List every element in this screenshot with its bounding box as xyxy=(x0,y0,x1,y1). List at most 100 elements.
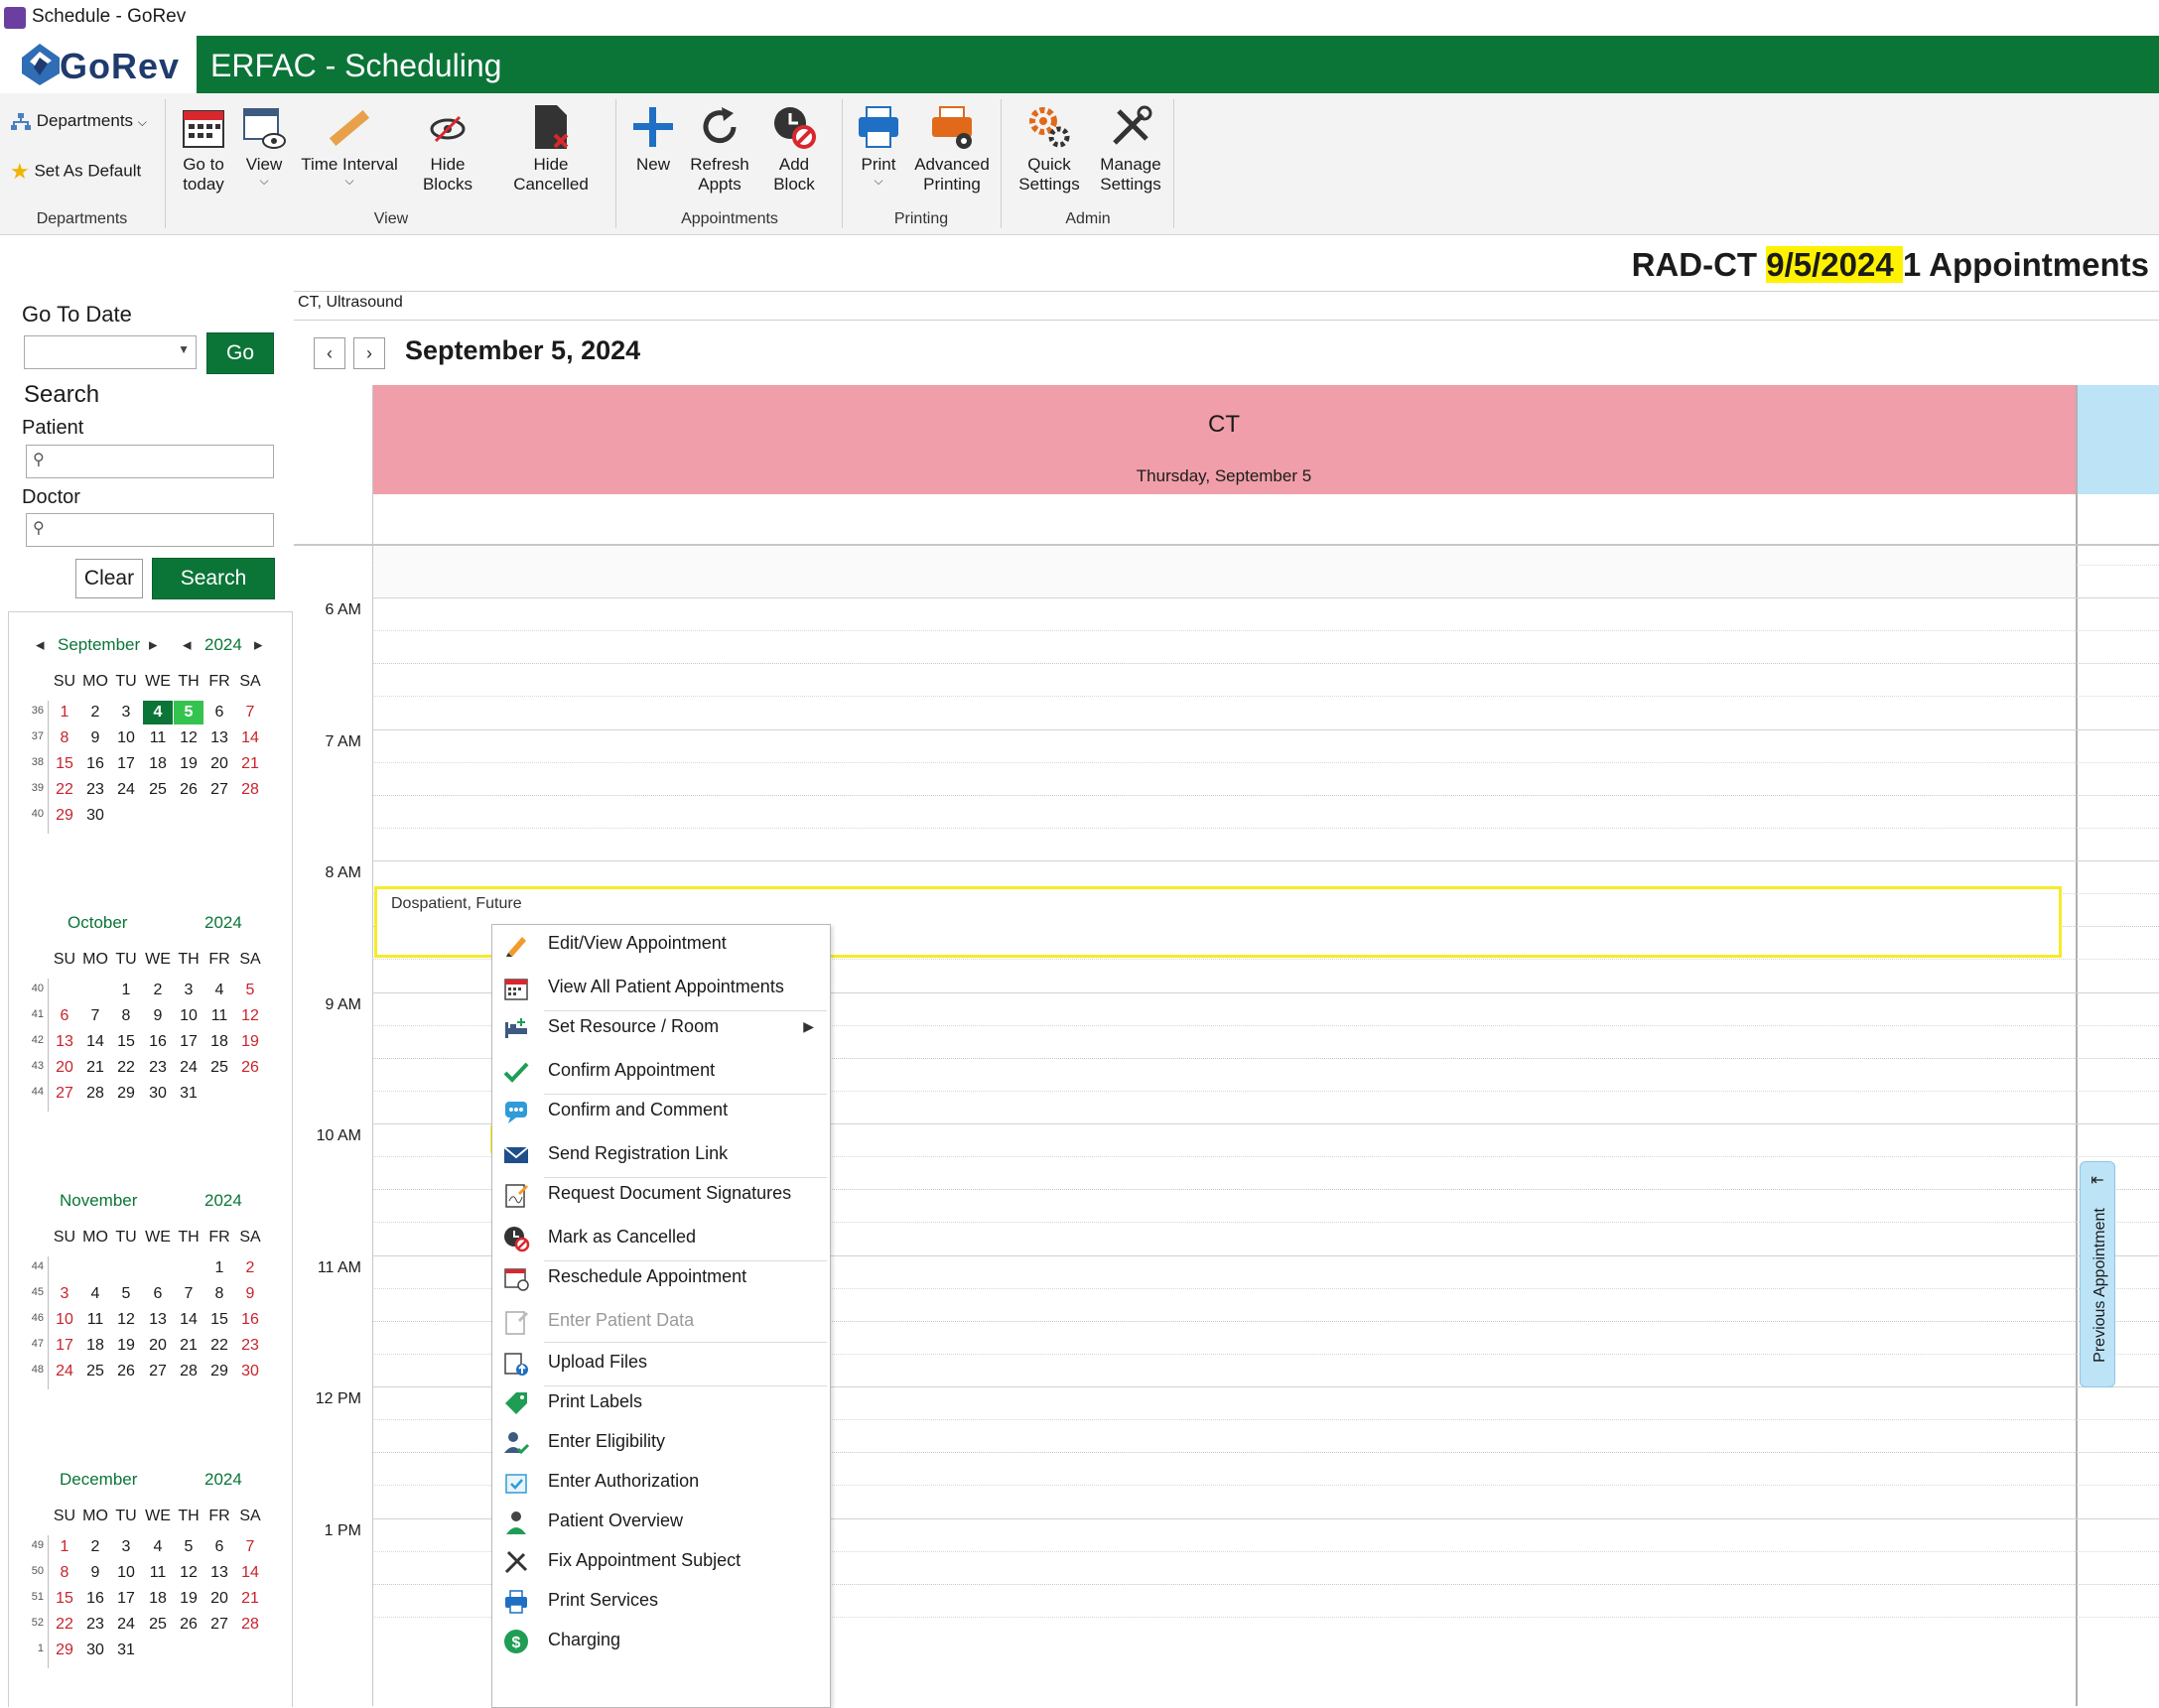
calendar-day[interactable]: 14 xyxy=(235,726,265,750)
calendar-day[interactable]: 13 xyxy=(204,1561,234,1585)
calendar-next-year-icon[interactable]: ▸ xyxy=(254,635,263,655)
calendar-year[interactable]: 2024 xyxy=(204,1191,242,1211)
calendar-day[interactable]: 24 xyxy=(50,1360,79,1383)
calendar-day[interactable]: 20 xyxy=(143,1334,173,1358)
go-to-today-button[interactable]: Go to today xyxy=(173,103,234,195)
calendar-month[interactable]: December xyxy=(60,1470,137,1490)
calendar-day[interactable]: 21 xyxy=(235,1587,265,1611)
previous-day-button[interactable]: ‹ xyxy=(314,337,345,369)
menu-item-enter-authorization[interactable]: Enter Authorization xyxy=(492,1465,830,1501)
calendar-day[interactable]: 4 xyxy=(80,1282,110,1306)
search-button[interactable]: Search xyxy=(152,558,275,599)
calendar-day[interactable]: 13 xyxy=(204,726,234,750)
calendar-day[interactable]: 5 xyxy=(235,979,265,1002)
calendar-day[interactable]: 16 xyxy=(80,752,110,776)
calendar-day[interactable]: 30 xyxy=(80,1639,110,1662)
menu-item-print-services[interactable]: Print Services xyxy=(492,1584,830,1620)
calendar-day[interactable]: 18 xyxy=(80,1334,110,1358)
calendar-day[interactable]: 28 xyxy=(174,1360,203,1383)
calendar-day[interactable]: 19 xyxy=(174,1587,203,1611)
calendar-prev-month-icon[interactable]: ◂ xyxy=(36,635,45,655)
calendar-day[interactable]: 15 xyxy=(50,752,79,776)
calendar-day[interactable]: 3 xyxy=(174,979,203,1002)
calendar-day[interactable]: 15 xyxy=(204,1308,234,1332)
calendar-day[interactable]: 27 xyxy=(50,1082,79,1106)
calendar-day[interactable]: 28 xyxy=(235,1613,265,1637)
calendar-day[interactable]: 2 xyxy=(80,701,110,724)
doctor-search-input[interactable]: ⚲ xyxy=(26,513,274,547)
calendar-day[interactable]: 30 xyxy=(80,804,110,828)
calendar-day[interactable]: 2 xyxy=(80,1535,110,1559)
calendar-day[interactable]: 4 xyxy=(143,701,173,724)
menu-item-mark-as-cancelled[interactable]: Mark as Cancelled xyxy=(492,1221,830,1256)
menu-item-print-labels[interactable]: Print Labels xyxy=(492,1385,830,1421)
calendar-day[interactable]: 9 xyxy=(80,1561,110,1585)
calendar-day[interactable]: 14 xyxy=(174,1308,203,1332)
go-to-date-input[interactable]: ▼ xyxy=(24,335,197,369)
calendar-day[interactable]: 10 xyxy=(111,726,141,750)
calendar-day[interactable]: 1 xyxy=(50,701,79,724)
calendar-day[interactable]: 28 xyxy=(235,778,265,802)
calendar-day[interactable]: 12 xyxy=(174,726,203,750)
calendar-day[interactable]: 30 xyxy=(143,1082,173,1106)
calendar-day[interactable]: 17 xyxy=(111,1587,141,1611)
menu-item-confirm-and-comment[interactable]: Confirm and Comment xyxy=(492,1094,830,1129)
calendar-day[interactable]: 25 xyxy=(204,1056,234,1080)
menu-item-request-document-signatures[interactable]: Request Document Signatures xyxy=(492,1177,830,1213)
calendar-day[interactable]: 7 xyxy=(235,701,265,724)
calendar-day[interactable]: 3 xyxy=(111,701,141,724)
clear-button[interactable]: Clear xyxy=(75,559,143,598)
calendar-day[interactable]: 15 xyxy=(50,1587,79,1611)
calendar-day[interactable]: 22 xyxy=(50,1613,79,1637)
calendar-day[interactable]: 8 xyxy=(111,1004,141,1028)
previous-appointment-tab[interactable]: ⇤ Previous Appointment xyxy=(2080,1161,2115,1387)
quick-settings-button[interactable]: Quick Settings xyxy=(1009,103,1090,195)
calendar-day[interactable]: 25 xyxy=(143,1613,173,1637)
calendar-day[interactable]: 26 xyxy=(174,1613,203,1637)
calendar-day[interactable]: 16 xyxy=(80,1587,110,1611)
calendar-day[interactable]: 27 xyxy=(204,778,234,802)
calendar-day[interactable]: 20 xyxy=(50,1056,79,1080)
calendar-year[interactable]: 2024 xyxy=(204,1470,242,1490)
calendar-day[interactable]: 4 xyxy=(143,1535,173,1559)
calendar-day[interactable]: 21 xyxy=(235,752,265,776)
calendar-prev-year-icon[interactable]: ◂ xyxy=(183,635,192,655)
calendar-day[interactable]: 11 xyxy=(80,1308,110,1332)
manage-settings-button[interactable]: Manage Settings xyxy=(1092,103,1169,195)
calendar-day[interactable]: 10 xyxy=(111,1561,141,1585)
calendar-day[interactable]: 20 xyxy=(204,1587,234,1611)
calendar-day[interactable]: 23 xyxy=(80,1613,110,1637)
view-button[interactable]: View ⌵ xyxy=(238,103,290,187)
calendar-day[interactable]: 11 xyxy=(204,1004,234,1028)
calendar-day[interactable]: 21 xyxy=(80,1056,110,1080)
calendar-day[interactable]: 10 xyxy=(50,1308,79,1332)
set-as-default-button[interactable]: ★ Set As Default xyxy=(10,159,141,185)
calendar-day[interactable]: 7 xyxy=(235,1535,265,1559)
calendar-day[interactable]: 21 xyxy=(174,1334,203,1358)
calendar-day[interactable]: 9 xyxy=(143,1004,173,1028)
calendar-day[interactable]: 22 xyxy=(111,1056,141,1080)
calendar-day[interactable]: 2 xyxy=(235,1256,265,1280)
calendar-day[interactable]: 23 xyxy=(143,1056,173,1080)
calendar-day[interactable]: 16 xyxy=(143,1030,173,1054)
calendar-day[interactable]: 6 xyxy=(50,1004,79,1028)
calendar-day[interactable]: 26 xyxy=(111,1360,141,1383)
time-interval-button[interactable]: Time Interval ⌵ xyxy=(298,103,401,187)
calendar-day[interactable]: 1 xyxy=(111,979,141,1002)
calendar-day[interactable]: 24 xyxy=(111,778,141,802)
calendar-day[interactable]: 26 xyxy=(235,1056,265,1080)
new-appointment-button[interactable]: New xyxy=(623,103,683,175)
menu-item-enter-eligibility[interactable]: Enter Eligibility xyxy=(492,1425,830,1461)
calendar-day[interactable]: 1 xyxy=(50,1535,79,1559)
patient-search-input[interactable]: ⚲ xyxy=(26,445,274,478)
calendar-day[interactable]: 30 xyxy=(235,1360,265,1383)
calendar-day[interactable]: 6 xyxy=(143,1282,173,1306)
calendar-day[interactable]: 12 xyxy=(111,1308,141,1332)
calendar-day[interactable]: 31 xyxy=(174,1082,203,1106)
calendar-day[interactable]: 8 xyxy=(204,1282,234,1306)
calendar-day[interactable]: 8 xyxy=(50,726,79,750)
calendar-day[interactable]: 19 xyxy=(111,1334,141,1358)
calendar-day[interactable]: 6 xyxy=(204,1535,234,1559)
advanced-printing-button[interactable]: Advanced Printing xyxy=(909,103,995,195)
go-button[interactable]: Go xyxy=(206,332,274,374)
